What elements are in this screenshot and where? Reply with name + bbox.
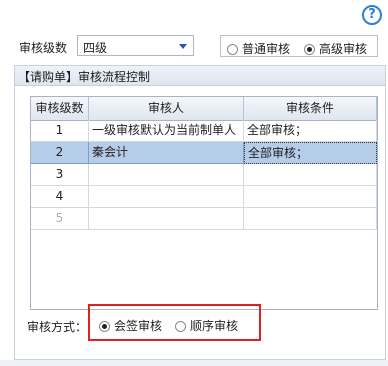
column-header-reviewer[interactable]: 审核人 [89, 97, 244, 120]
radio-countersign-label: 会签审核 [114, 319, 163, 333]
cell-level: 3 [31, 164, 89, 186]
cell-level: 2 [31, 142, 89, 164]
radio-normal-review-label: 普通审核 [242, 42, 291, 56]
cell-condition[interactable]: 全部审核； [244, 142, 377, 164]
radio-advanced-review[interactable]: 高级审核 [304, 40, 367, 57]
column-header-level[interactable]: 审核级数 [31, 97, 89, 120]
table-row[interactable]: 1 一级审核默认为当前制单人 全部审核； [31, 120, 377, 142]
radio-selected-icon [99, 321, 110, 332]
sign-method-label: 审核方式： [27, 320, 88, 334]
cell-condition[interactable] [244, 164, 377, 186]
review-grid: 审核级数 审核人 审核条件 1 一级审核默认为当前制单人 全部审核； 2 秦会计… [30, 96, 378, 310]
cell-condition[interactable] [244, 186, 377, 208]
cell-level: 1 [31, 120, 89, 142]
divider [0, 360, 388, 366]
radio-countersign[interactable]: 会签审核 [99, 317, 162, 334]
column-header-condition[interactable]: 审核条件 [244, 97, 377, 120]
panel-title: 【请购单】审核流程控制 [18, 70, 151, 84]
table-row-selected[interactable]: 2 秦会计 全部审核； [31, 142, 377, 164]
review-level-label: 审核级数 [19, 41, 68, 55]
sign-method-group: 会签审核 顺序审核 [88, 304, 261, 341]
cell-condition[interactable] [244, 208, 377, 230]
radio-advanced-review-label: 高级审核 [319, 42, 368, 56]
cell-reviewer[interactable] [89, 164, 244, 186]
review-level-value: 四级 [83, 41, 108, 55]
radio-sequential[interactable]: 顺序审核 [175, 317, 238, 334]
radio-icon [227, 44, 238, 55]
radio-selected-icon [304, 44, 315, 55]
cell-reviewer[interactable] [89, 186, 244, 208]
panel-header: 【请购单】审核流程控制 [15, 66, 385, 86]
cell-reviewer[interactable]: 一级审核默认为当前制单人 [89, 120, 244, 142]
radio-normal-review[interactable]: 普通审核 [227, 40, 290, 57]
table-row[interactable]: 5 [31, 208, 377, 230]
table-row[interactable]: 3 [31, 164, 377, 186]
radio-icon [175, 321, 186, 332]
table-row[interactable]: 4 [31, 186, 377, 208]
chevron-down-icon [179, 44, 187, 49]
cell-level: 4 [31, 186, 89, 208]
cell-level: 5 [31, 208, 89, 230]
review-mode-group: 普通审核 高级审核 [220, 35, 378, 57]
review-level-select[interactable]: 四级 [77, 35, 194, 56]
cell-reviewer[interactable] [89, 208, 244, 230]
help-icon[interactable]: ? [362, 5, 382, 25]
radio-sequential-label: 顺序审核 [190, 319, 239, 333]
cell-condition[interactable]: 全部审核； [244, 120, 377, 142]
cell-reviewer[interactable]: 秦会计 [89, 142, 244, 164]
grid-header: 审核级数 审核人 审核条件 [31, 97, 377, 121]
